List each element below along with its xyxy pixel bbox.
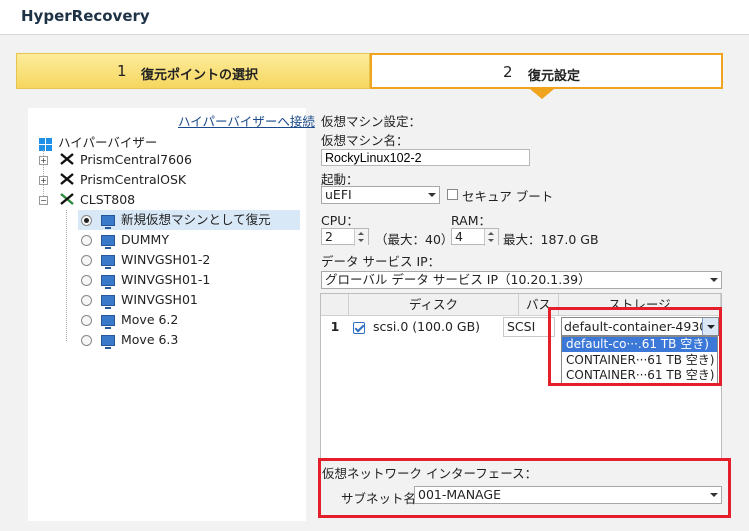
tree-node-label: CLST808 bbox=[80, 192, 136, 207]
disk-checkbox[interactable] bbox=[353, 321, 365, 334]
tree-vm-winvgsh01[interactable]: WINVGSH01 bbox=[78, 290, 198, 310]
tree-node-label: PrismCentral7606 bbox=[80, 152, 192, 167]
active-step-pointer bbox=[530, 89, 554, 99]
vm-name-label: 仮想マシン名： bbox=[321, 133, 409, 148]
collapse-icon[interactable]: − bbox=[39, 196, 48, 205]
vm-name-input[interactable] bbox=[321, 149, 530, 166]
radio-button[interactable] bbox=[81, 255, 92, 266]
disk-name: scsi.0 (100.0 GB) bbox=[372, 319, 481, 334]
grid-disk-cell[interactable]: scsi.0 (100.0 GB) bbox=[353, 316, 513, 338]
tree-vm-label: WINVGSH01 bbox=[120, 292, 198, 307]
data-service-ip-value: グローバル データ サービス IP（10.20.1.39） bbox=[325, 272, 591, 287]
ram-max-label: 最大：187.0 GB bbox=[503, 232, 599, 247]
tree-vm-winvgsh01-1[interactable]: WINVGSH01-1 bbox=[78, 270, 210, 290]
radio-button[interactable] bbox=[81, 235, 92, 246]
radio-button[interactable] bbox=[81, 275, 92, 286]
storage-highlight-box bbox=[548, 307, 722, 386]
expand-icon[interactable]: + bbox=[39, 176, 48, 185]
vm-monitor-icon bbox=[100, 315, 115, 329]
tree-vm-winvgsh01-2[interactable]: WINVGSH01-2 bbox=[78, 250, 210, 270]
tree-vm-move-6-2[interactable]: Move 6.2 bbox=[78, 310, 178, 330]
grid-header-num bbox=[321, 294, 349, 316]
secure-boot-label: セキュア ブート bbox=[462, 189, 554, 204]
tree-vm-label: WINVGSH01-2 bbox=[120, 252, 211, 267]
wizard-step-1[interactable]: 1 復元ポイントの選択 bbox=[16, 53, 370, 89]
step-label: 復元設定 bbox=[528, 69, 581, 84]
cpu-spinner[interactable]: 2 bbox=[321, 228, 369, 246]
ram-spinner[interactable]: 4 bbox=[451, 228, 499, 246]
tree-vm-label: DUMMY bbox=[120, 232, 169, 247]
tree-node-prismcentral7606[interactable]: PrismCentral7606 bbox=[60, 150, 192, 170]
vm-settings-title: 仮想マシン設定： bbox=[321, 114, 422, 129]
grid-header-disk[interactable]: ディスク bbox=[349, 294, 519, 316]
radio-button[interactable] bbox=[81, 315, 92, 326]
bus-select-value: SCSI bbox=[507, 319, 536, 334]
tree-vm-move-6-3[interactable]: Move 6.3 bbox=[78, 330, 178, 350]
app-title: HyperRecovery bbox=[21, 7, 150, 25]
vm-monitor-icon bbox=[100, 255, 115, 269]
step-label: 復元ポイントの選択 bbox=[141, 68, 259, 83]
tree-vm-label: 新規仮想マシンとして復元 bbox=[120, 212, 271, 227]
spinner-arrows-icon[interactable] bbox=[484, 229, 498, 246]
ram-label: RAM： bbox=[451, 213, 492, 228]
vm-monitor-icon bbox=[100, 215, 115, 229]
tree-node-label: PrismCentralOSK bbox=[80, 172, 187, 187]
cpu-max-label: （最大：40） bbox=[375, 232, 454, 247]
wizard-step-2[interactable]: 2 復元設定 bbox=[370, 53, 723, 89]
grid-row-number: 1 bbox=[330, 319, 340, 334]
nutanix-cluster-icon bbox=[60, 191, 74, 211]
step-number: 2 bbox=[503, 63, 513, 81]
boot-select[interactable]: uEFI bbox=[321, 186, 440, 204]
boot-select-value: uEFI bbox=[325, 187, 352, 202]
tree-vm-label: WINVGSH01-1 bbox=[120, 272, 211, 287]
connect-hypervisor-link[interactable]: ハイパーバイザーへ接続 bbox=[178, 111, 315, 130]
tree-connector bbox=[66, 210, 67, 341]
cpu-label: CPU： bbox=[321, 213, 359, 228]
vm-monitor-icon bbox=[100, 295, 115, 309]
vm-monitor-icon bbox=[100, 275, 115, 289]
tree-vm-dummy[interactable]: DUMMY bbox=[78, 230, 169, 250]
expand-icon[interactable]: + bbox=[39, 156, 48, 165]
tree-node-clst808[interactable]: CLST808 bbox=[60, 190, 135, 210]
tree-node-prismcentralosk[interactable]: PrismCentralOSK bbox=[60, 170, 186, 190]
radio-button[interactable] bbox=[81, 215, 92, 226]
spinner-arrows-icon[interactable] bbox=[354, 229, 368, 246]
tree-vm-label: Move 6.2 bbox=[120, 312, 179, 327]
step-number: 1 bbox=[117, 62, 127, 80]
windows-icon bbox=[39, 137, 52, 151]
secure-boot-checkbox[interactable] bbox=[447, 189, 458, 200]
tree-vm-new-restore[interactable]: 新規仮想マシンとして復元 bbox=[78, 210, 300, 230]
radio-button[interactable] bbox=[81, 295, 92, 306]
ram-value: 4 bbox=[455, 229, 463, 244]
vm-monitor-icon bbox=[100, 235, 115, 249]
network-highlight-box bbox=[318, 458, 731, 518]
nutanix-icon bbox=[60, 171, 74, 191]
chevron-down-icon bbox=[710, 278, 718, 282]
tree-root-label: ハイパーバイザー bbox=[58, 135, 158, 150]
vm-monitor-icon bbox=[100, 335, 115, 349]
radio-button[interactable] bbox=[81, 335, 92, 346]
cpu-value: 2 bbox=[325, 229, 333, 244]
data-service-ip-label: データ サービス IP： bbox=[321, 254, 441, 269]
chevron-down-icon bbox=[428, 193, 436, 197]
nutanix-icon bbox=[60, 151, 74, 171]
data-service-ip-select[interactable]: グローバル データ サービス IP（10.20.1.39） bbox=[321, 271, 722, 289]
tree-vm-label: Move 6.3 bbox=[120, 332, 179, 347]
